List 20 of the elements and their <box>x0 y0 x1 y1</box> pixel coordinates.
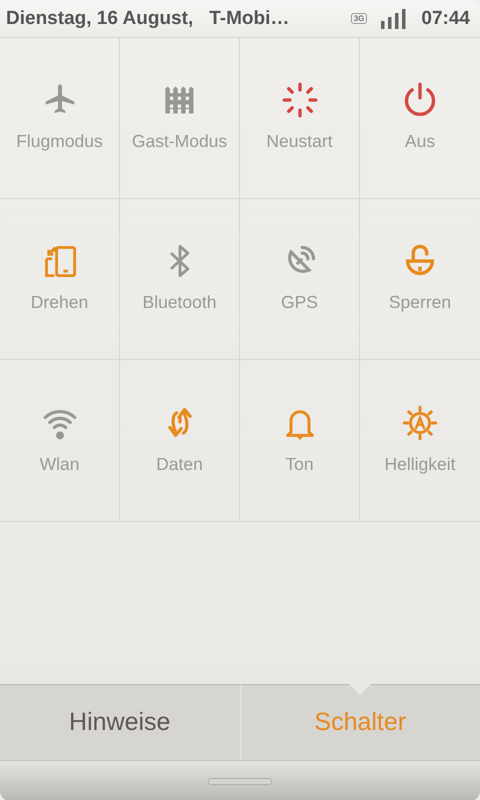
signal-icon <box>381 8 408 30</box>
date-text: Dienstag, 16 August, <box>6 8 194 30</box>
tab[interactable]: Hinweise <box>0 685 240 760</box>
toggle-button[interactable]: Drehen <box>0 199 120 360</box>
toggle-button[interactable]: Bluetooth <box>120 199 240 360</box>
toggle-button[interactable]: Gast-Modus <box>120 38 240 199</box>
toggle-button[interactable]: Ton <box>240 360 360 521</box>
toggle-button[interactable]: Wlan <box>0 360 120 521</box>
carrier-name: T-Mobi… <box>209 8 290 30</box>
drag-handle[interactable] <box>208 778 272 785</box>
toggle-button[interactable]: Helligkeit <box>360 360 480 521</box>
toggle-button[interactable]: Aus <box>360 38 480 199</box>
toggle-button[interactable]: Daten <box>120 360 240 521</box>
tab[interactable]: Schalter <box>240 685 480 760</box>
toggle-button[interactable]: Neustart <box>240 38 360 199</box>
toggle-button[interactable]: Sperren <box>360 199 480 360</box>
toggle-button[interactable]: GPS <box>240 199 360 360</box>
network-type-icon: 3G <box>350 13 368 24</box>
toggle-button[interactable]: Flugmodus <box>0 38 120 199</box>
clock-time: 07:44 <box>421 8 470 30</box>
